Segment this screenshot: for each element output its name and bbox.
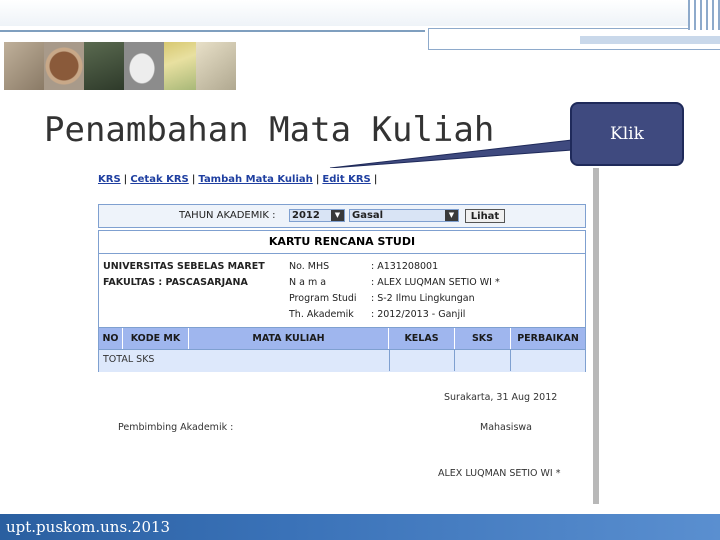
place-date: Surakarta, 31 Aug 2012 bbox=[444, 392, 558, 403]
krs-card: KARTU RENCANA STUDI UNIVERSITAS SEBELAS … bbox=[98, 230, 586, 372]
footer-bar: upt.puskom.uns.2013 bbox=[0, 514, 720, 540]
nav-separator: | bbox=[373, 174, 378, 185]
screenshot-scrollbar bbox=[593, 168, 599, 504]
total-row: TOTAL SKS bbox=[99, 349, 585, 372]
nav-tambah-mata-kuliah[interactable]: Tambah Mata Kuliah bbox=[198, 174, 312, 185]
nav-edit-krs[interactable]: Edit KRS bbox=[322, 174, 370, 185]
faculty-name: FAKULTAS : PASCASARJANA bbox=[103, 277, 248, 288]
semester-value: Gasal bbox=[352, 210, 384, 221]
student-label: Mahasiswa bbox=[480, 422, 532, 433]
callout-text: Klik bbox=[610, 124, 644, 144]
total-sks-label: TOTAL SKS bbox=[103, 354, 155, 365]
field-label: N a m a bbox=[289, 277, 327, 288]
year-value: 2012 bbox=[292, 210, 320, 221]
field-value: : ALEX LUQMAN SETIO WI * bbox=[371, 277, 500, 288]
krs-screenshot: KRS | Cetak KRS | Tambah Mata Kuliah | Edit KR… bbox=[92, 168, 595, 504]
year-select[interactable]: 2012 ▼ bbox=[289, 209, 345, 222]
field-label: Th. Akademik bbox=[289, 309, 354, 320]
column-header-no: NO bbox=[99, 328, 123, 350]
student-field-labels: No. MHS N a m a Program Studi Th. Akadem… bbox=[289, 259, 357, 323]
krs-nav: KRS | Cetak KRS | Tambah Mata Kuliah | Edit KR… bbox=[98, 174, 380, 185]
total-sks-cell bbox=[455, 350, 511, 371]
total-perbaikan-cell bbox=[511, 350, 585, 371]
callout-box: Klik bbox=[570, 102, 684, 166]
nav-krs[interactable]: KRS bbox=[98, 174, 121, 185]
university-name: UNIVERSITAS SEBELAS MARET bbox=[103, 261, 265, 272]
nav-cetak-krs[interactable]: Cetak KRS bbox=[130, 174, 188, 185]
lihat-button[interactable]: Lihat bbox=[465, 209, 505, 223]
field-value: : 2012/2013 - Ganjil bbox=[371, 309, 466, 320]
footer-text: upt.puskom.uns.2013 bbox=[6, 518, 171, 536]
field-value: : S-2 Ilmu Lingkungan bbox=[371, 293, 475, 304]
nav-separator: | bbox=[191, 174, 196, 185]
semester-select[interactable]: Gasal ▼ bbox=[349, 209, 459, 222]
total-label-cell: TOTAL SKS bbox=[99, 350, 389, 371]
chevron-down-icon: ▼ bbox=[331, 210, 344, 221]
advisor-label: Pembimbing Akademik : bbox=[118, 422, 234, 433]
field-label: Program Studi bbox=[289, 293, 357, 304]
column-header-kelas: KELAS bbox=[389, 328, 455, 350]
total-kelas-cell bbox=[389, 350, 455, 371]
field-label: No. MHS bbox=[289, 261, 330, 272]
nav-separator: | bbox=[123, 174, 128, 185]
course-table-header: NO KODE MK MATA KULIAH KELAS SKS PERBAIK… bbox=[99, 327, 585, 350]
institution-info: UNIVERSITAS SEBELAS MARET FAKULTAS : PAS… bbox=[103, 259, 265, 291]
column-header-perbaikan: PERBAIKAN bbox=[517, 333, 579, 344]
field-value: : A131208001 bbox=[371, 261, 439, 272]
nav-separator: | bbox=[315, 174, 320, 185]
student-field-values: : A131208001 : ALEX LUQMAN SETIO WI * : … bbox=[371, 259, 500, 323]
column-header-sks: SKS bbox=[455, 328, 511, 350]
student-signature-name: ALEX LUQMAN SETIO WI * bbox=[438, 468, 561, 479]
chevron-down-icon: ▼ bbox=[445, 210, 458, 221]
academic-year-label: TAHUN AKADEMIK : bbox=[179, 210, 276, 221]
column-header-mata-kuliah: MATA KULIAH bbox=[189, 328, 389, 350]
krs-title: KARTU RENCANA STUDI bbox=[99, 231, 585, 254]
academic-year-filter: TAHUN AKADEMIK : 2012 ▼ Gasal ▼ Lihat bbox=[98, 204, 586, 228]
column-header-kode-mk: KODE MK bbox=[123, 328, 189, 350]
